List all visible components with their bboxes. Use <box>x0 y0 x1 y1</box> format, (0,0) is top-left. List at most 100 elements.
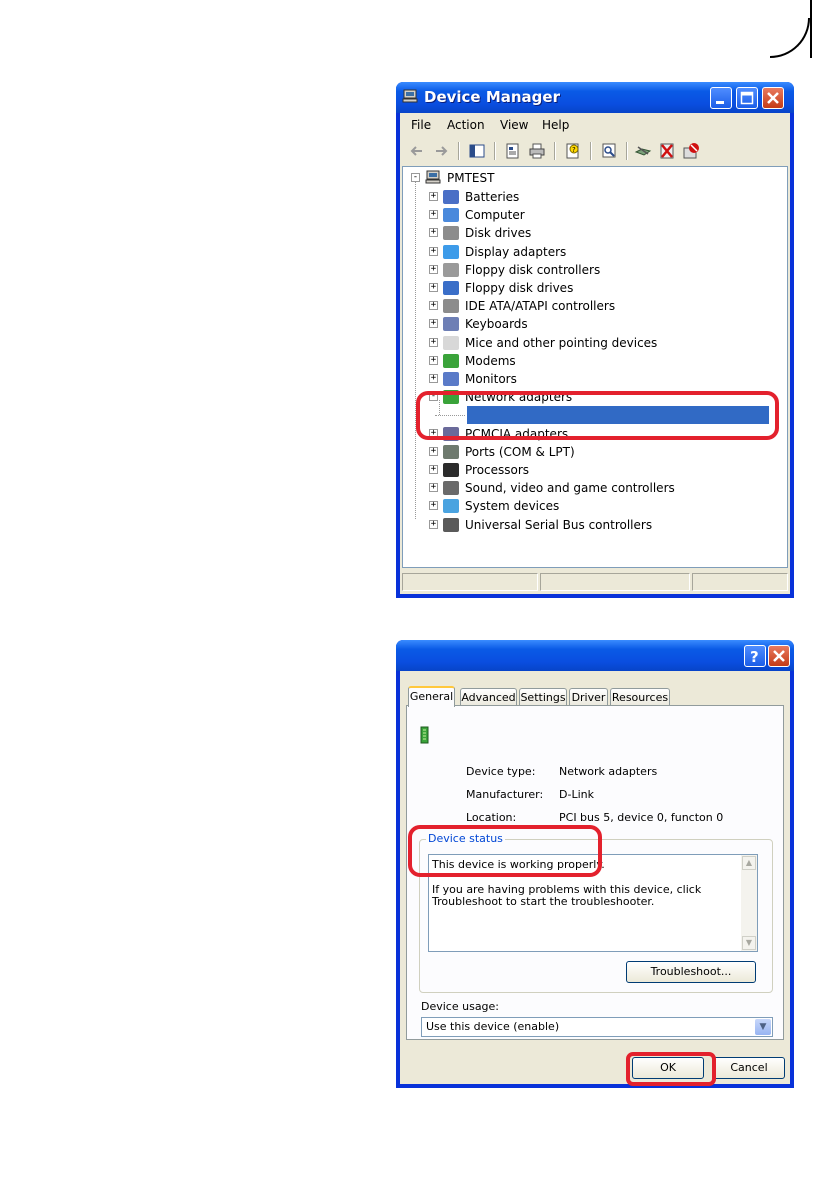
expand-icon[interactable]: + <box>429 355 438 365</box>
device-category-icon <box>443 226 459 241</box>
tree-item-label: Keyboards <box>465 317 528 332</box>
status-help-text: If you are having problems with this dev… <box>432 883 702 908</box>
tab-settings[interactable]: Settings <box>519 688 567 706</box>
help-button[interactable]: ? <box>744 645 766 667</box>
tab-resources[interactable]: Resources <box>610 688 670 706</box>
tab-general[interactable]: General <box>408 686 455 707</box>
status-pane <box>402 573 538 591</box>
tree-item-label: Computer <box>465 208 525 223</box>
scroll-up-button[interactable]: ▲ <box>742 856 756 870</box>
expand-icon[interactable]: + <box>429 337 438 347</box>
expand-icon[interactable]: + <box>429 210 438 220</box>
status-scrollbar[interactable]: ▲ ▼ <box>741 855 757 951</box>
cancel-button[interactable]: Cancel <box>713 1057 785 1079</box>
tree-item-label: Processors <box>465 463 530 477</box>
device-usage-select[interactable]: Use this device (enable) ▼ <box>421 1017 773 1037</box>
expand-icon[interactable]: + <box>429 446 438 456</box>
expand-icon[interactable]: + <box>429 246 438 256</box>
device-manager-window: Device Manager File Action View Help ? -… <box>396 82 794 598</box>
troubleshoot-button[interactable]: Troubleshoot... <box>626 961 756 983</box>
dialog-client: General Advanced Settings Driver Resourc… <box>400 671 790 1084</box>
menu-action[interactable]: Action <box>447 118 485 132</box>
toolbar-separator <box>494 142 496 160</box>
expand-icon[interactable]: + <box>429 519 438 529</box>
expand-icon[interactable]: + <box>429 283 438 292</box>
maximize-button[interactable] <box>736 87 758 109</box>
tree-item-label: Modems <box>465 353 516 368</box>
tree-item-label: Batteries <box>465 190 520 204</box>
device-category-icon <box>443 281 459 295</box>
toolbar-separator <box>626 142 628 160</box>
device-category-icon <box>443 262 459 277</box>
minimize-button[interactable] <box>710 87 732 109</box>
device-type-label: Device type: <box>466 765 536 778</box>
expand-icon[interactable]: + <box>429 374 438 383</box>
device-category-icon <box>443 372 459 386</box>
status-pane <box>692 573 788 591</box>
page-edge-arc <box>770 18 810 58</box>
expand-icon[interactable]: + <box>429 301 438 311</box>
menu-file[interactable]: File <box>411 118 431 132</box>
close-button[interactable] <box>762 87 784 109</box>
expand-icon[interactable]: + <box>429 483 438 493</box>
network-card-icon <box>420 726 429 744</box>
window-title: Device Manager <box>424 88 560 106</box>
expand-icon[interactable]: + <box>429 192 438 201</box>
toolbar-separator <box>554 142 556 160</box>
manufacturer-label: Manufacturer: <box>466 788 544 801</box>
update-driver-icon[interactable] <box>634 142 652 160</box>
tree-item-label: Mice and other pointing devices <box>465 335 658 350</box>
properties-icon[interactable] <box>504 142 522 160</box>
close-icon <box>767 92 779 104</box>
device-type-value: Network adapters <box>559 765 658 778</box>
tab-driver[interactable]: Driver <box>569 688 608 706</box>
expand-icon[interactable]: + <box>429 319 438 329</box>
device-category-icon <box>443 517 459 532</box>
device-category-icon <box>443 244 459 259</box>
device-usage-value: Use this device (enable) <box>426 1020 560 1033</box>
uninstall-icon[interactable] <box>682 142 700 160</box>
location-label: Location: <box>466 811 517 824</box>
computer-icon <box>425 170 441 184</box>
device-manager-titlebar[interactable]: Device Manager <box>396 82 794 113</box>
device-category-icon <box>443 208 459 223</box>
device-category-icon <box>443 499 459 514</box>
tree-item-label: Display adapters <box>465 244 567 259</box>
menu-view[interactable]: View <box>500 118 528 132</box>
chevron-down-icon[interactable]: ▼ <box>755 1019 771 1035</box>
device-tree: - PMTEST + Batteries + Computer + Disk drives + D… <box>402 166 788 568</box>
expand-icon[interactable]: + <box>429 228 438 238</box>
help-icon[interactable]: ? <box>564 142 582 160</box>
tree-root-label: PMTEST <box>447 171 495 185</box>
device-category-icon <box>443 353 459 368</box>
device-usage-label: Device usage: <box>421 1000 500 1013</box>
scroll-down-button[interactable]: ▼ <box>742 936 756 950</box>
tree-item-label: IDE ATA/ATAPI controllers <box>465 299 616 314</box>
forward-arrow-icon[interactable] <box>432 142 450 160</box>
menu-bar: File Action View Help <box>400 113 790 137</box>
tree-item-label: Disk drives <box>465 226 532 241</box>
tree-item-label: Monitors <box>465 372 517 386</box>
scan-hardware-icon[interactable] <box>600 142 618 160</box>
status-pane <box>540 573 690 591</box>
svg-text:?: ? <box>572 146 576 154</box>
show-hide-tree-icon[interactable] <box>468 142 486 160</box>
location-value: PCI bus 5, device 0, functon 0 <box>559 811 724 824</box>
tab-advanced[interactable]: Advanced <box>460 688 517 706</box>
expand-icon[interactable]: + <box>429 501 438 511</box>
tree-item-label: Floppy disk controllers <box>465 262 601 277</box>
print-icon[interactable] <box>528 142 546 160</box>
device-category-icon <box>443 299 459 314</box>
manufacturer-value: D-Link <box>559 788 594 801</box>
minimize-icon <box>716 101 724 104</box>
dialog-close-button[interactable] <box>768 645 790 667</box>
maximize-icon <box>740 91 754 105</box>
dialog-titlebar[interactable]: ? <box>396 640 794 671</box>
status-bar <box>400 570 790 594</box>
menu-help[interactable]: Help <box>542 118 569 132</box>
disable-device-icon[interactable] <box>658 142 676 160</box>
back-arrow-icon[interactable] <box>408 142 426 160</box>
expand-icon[interactable]: + <box>429 465 438 474</box>
expand-icon[interactable]: + <box>429 264 438 274</box>
tree-item-label: Ports (COM & LPT) <box>465 444 575 459</box>
